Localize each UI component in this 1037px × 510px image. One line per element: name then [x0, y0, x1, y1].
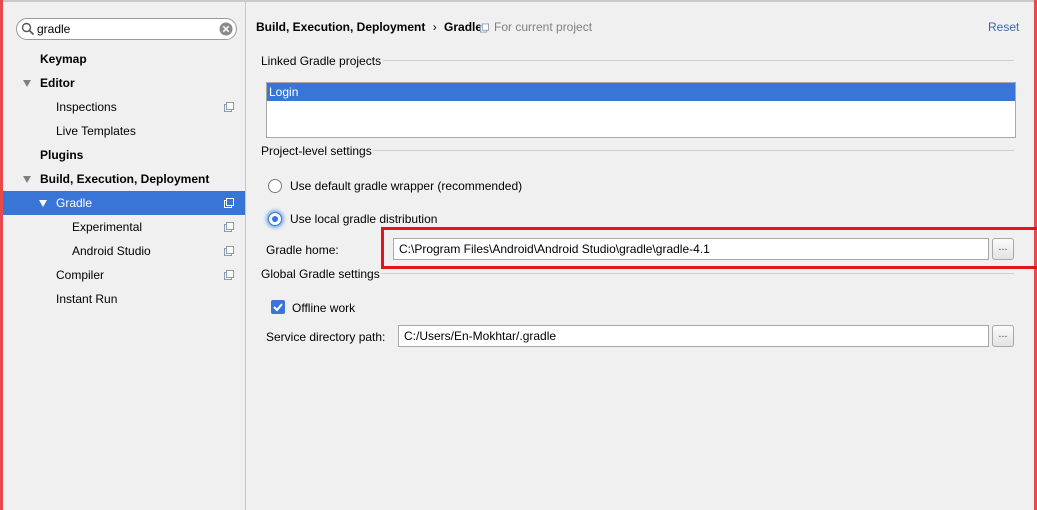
project-scope-icon — [224, 222, 234, 232]
project-scope-icon — [224, 198, 234, 208]
sidebar-item-compiler[interactable]: Compiler — [3, 263, 245, 287]
highlight-annotation-box — [381, 227, 1037, 269]
sidebar-item-android-studio[interactable]: Android Studio — [3, 239, 245, 263]
sidebar-item-label: Android Studio — [72, 244, 151, 258]
service-directory-browse-button[interactable]: ... — [992, 325, 1014, 347]
project-scope-icon — [224, 270, 234, 280]
section-title-global-settings: Global Gradle settings — [261, 267, 380, 281]
scope-label: For current project — [494, 20, 593, 34]
clear-search-icon[interactable] — [219, 22, 233, 36]
sidebar-item-label: Experimental — [72, 220, 143, 234]
project-scope-icon — [224, 102, 234, 112]
project-scope-icon — [224, 246, 234, 256]
sidebar-item-instant-run[interactable]: Instant Run — [3, 287, 245, 311]
list-item[interactable]: Login — [267, 83, 1015, 101]
reset-link[interactable]: Reset — [988, 20, 1019, 34]
gradle-home-label: Gradle home: — [266, 243, 339, 257]
sidebar-item-plugins[interactable]: Plugins — [3, 143, 245, 167]
sidebar-item-label: Gradle — [56, 196, 93, 210]
checkmark-icon — [273, 303, 283, 312]
breadcrumb-current: Gradle — [444, 20, 483, 34]
sidebar-item-label: Inspections — [56, 100, 117, 114]
sidebar-item-label: Editor — [40, 76, 75, 90]
section-divider — [381, 273, 1014, 274]
settings-search-box[interactable] — [16, 18, 237, 40]
section-title-project-settings: Project-level settings — [261, 144, 372, 158]
tree-expand-arrow-icon[interactable] — [39, 200, 47, 207]
radio-local-distribution-label[interactable]: Use local gradle distribution — [290, 212, 437, 226]
section-divider — [373, 150, 1014, 151]
sidebar-item-experimental[interactable]: Experimental — [3, 215, 245, 239]
settings-sidebar: Keymap Editor Inspections Live Templates… — [3, 2, 246, 510]
radio-local-distribution[interactable] — [268, 212, 282, 226]
sidebar-item-keymap[interactable]: Keymap — [3, 47, 245, 71]
radio-default-wrapper[interactable] — [268, 179, 282, 193]
sidebar-item-live-templates[interactable]: Live Templates — [3, 119, 245, 143]
sidebar-item-label: Live Templates — [56, 124, 136, 138]
settings-search-input[interactable] — [37, 21, 217, 37]
breadcrumb-separator: › — [432, 20, 437, 34]
sidebar-item-gradle[interactable]: Gradle — [3, 191, 245, 215]
tree-expand-arrow-icon[interactable] — [23, 176, 31, 183]
radio-default-wrapper-label[interactable]: Use default gradle wrapper (recommended) — [290, 179, 522, 193]
section-divider — [383, 60, 1014, 61]
breadcrumb-parent: Build, Execution, Deployment — [256, 20, 426, 34]
offline-work-label[interactable]: Offline work — [292, 301, 355, 315]
sidebar-item-label: Compiler — [56, 268, 105, 282]
tree-expand-arrow-icon[interactable] — [23, 80, 31, 87]
search-icon — [21, 22, 35, 36]
section-title-linked-projects: Linked Gradle projects — [261, 54, 382, 68]
sidebar-item-label: Build, Execution, Deployment — [40, 172, 210, 186]
breadcrumb: Build, Execution, Deployment › Gradle — [256, 20, 482, 34]
service-directory-label: Service directory path: — [266, 330, 386, 344]
project-name: Login — [269, 85, 299, 99]
sidebar-item-editor[interactable]: Editor — [3, 71, 245, 95]
sidebar-item-inspections[interactable]: Inspections — [3, 95, 245, 119]
offline-work-checkbox[interactable] — [271, 300, 285, 314]
service-directory-field[interactable]: C:/Users/En-Mokhtar/.gradle — [398, 325, 989, 347]
sidebar-item-label: Plugins — [40, 148, 84, 162]
sidebar-item-build-execution-deployment[interactable]: Build, Execution, Deployment — [3, 167, 245, 191]
sidebar-item-label: Keymap — [40, 52, 87, 66]
project-scope-icon — [480, 23, 489, 33]
sidebar-item-label: Instant Run — [56, 292, 118, 306]
linked-projects-list[interactable]: Login — [266, 82, 1016, 138]
